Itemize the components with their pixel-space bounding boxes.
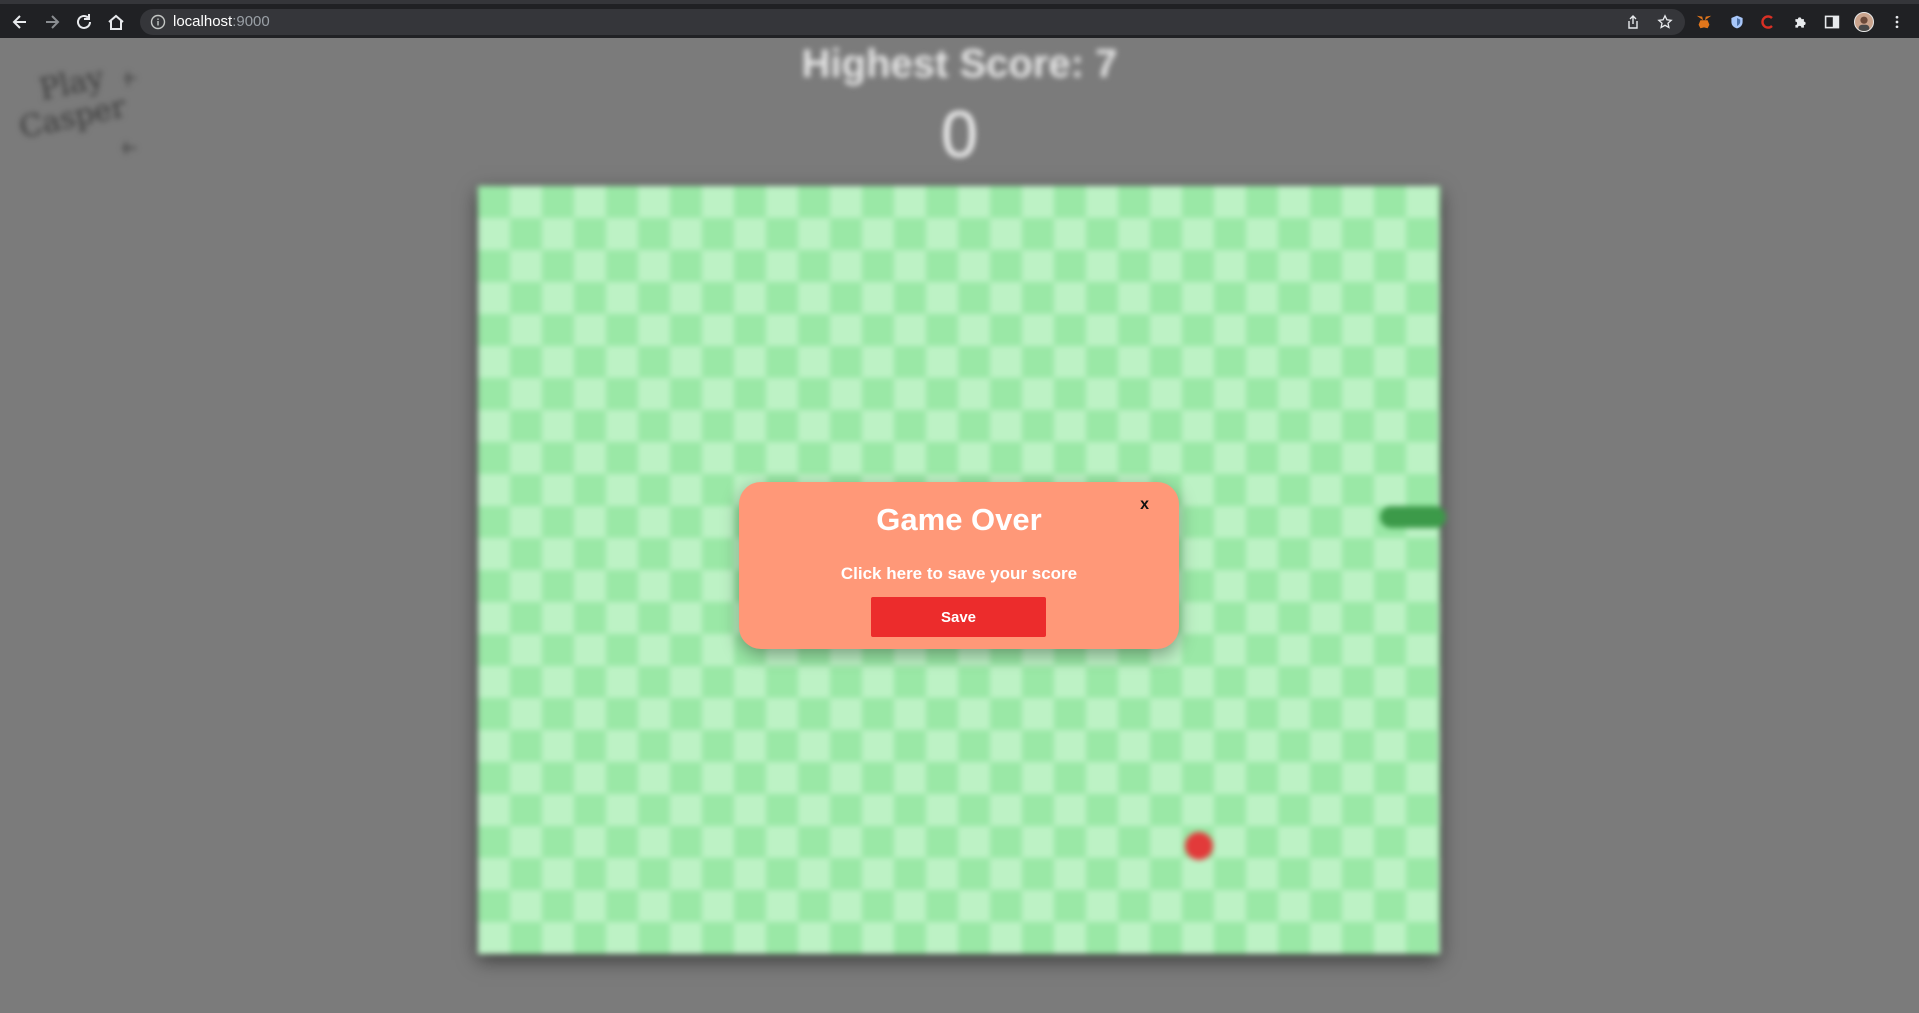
game-page: Play Casper Highest Score: 7 0 x Game Ov… <box>0 38 1919 1013</box>
casper-extension-icon[interactable] <box>1758 12 1778 32</box>
forward-icon[interactable] <box>40 10 64 34</box>
url-port: :9000 <box>232 13 270 30</box>
highest-score-label: Highest Score: 7 <box>801 42 1118 86</box>
save-button[interactable]: Save <box>871 597 1046 637</box>
current-score: 0 <box>941 97 978 171</box>
url-host: localhost <box>173 13 233 30</box>
browser-toolbar: localhost:9000 <box>0 0 1919 38</box>
game-over-modal: x Game Over Click here to save your scor… <box>739 482 1179 649</box>
bookmark-star-icon[interactable] <box>1657 14 1673 30</box>
reload-icon[interactable] <box>72 10 96 34</box>
side-panel-icon[interactable] <box>1822 12 1842 32</box>
snake <box>1380 506 1446 528</box>
home-icon[interactable] <box>104 10 128 34</box>
profile-avatar[interactable] <box>1854 12 1874 32</box>
address-bar[interactable]: localhost:9000 <box>140 9 1685 35</box>
save-score-message[interactable]: Click here to save your score <box>739 564 1179 584</box>
more-menu-icon[interactable] <box>1887 12 1907 32</box>
share-icon[interactable] <box>1625 14 1641 30</box>
food-apple <box>1185 832 1213 860</box>
back-icon[interactable] <box>8 10 32 34</box>
shield-extension-icon[interactable] <box>1727 12 1747 32</box>
url-text: localhost:9000 <box>173 13 270 30</box>
info-icon[interactable] <box>150 14 166 30</box>
metamask-icon[interactable] <box>1694 12 1714 32</box>
modal-title: Game Over <box>876 502 1042 537</box>
puzzle-extensions-icon[interactable] <box>1790 12 1810 32</box>
